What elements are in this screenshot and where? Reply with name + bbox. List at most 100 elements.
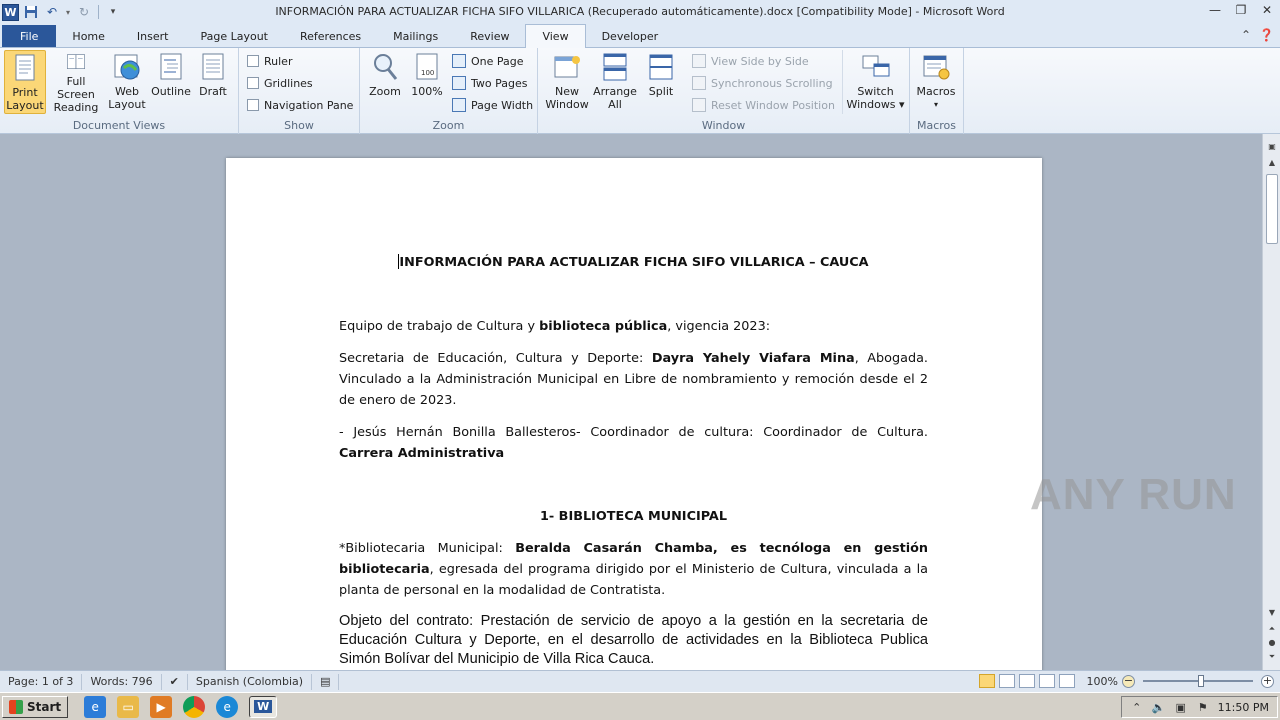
new-window-button[interactable]: New Window — [544, 50, 590, 114]
show-hidden-icons[interactable]: ⌃ — [1130, 700, 1144, 714]
arrange-all-button[interactable]: Arrange All — [592, 50, 638, 114]
zoom-100-button[interactable]: 100 100% — [406, 50, 448, 114]
switch-windows-button[interactable]: Switch Windows ▾ — [842, 50, 908, 114]
network-icon[interactable]: ▣ — [1174, 700, 1188, 714]
document-title: INFORMACIÓN PARA ACTUALIZAR FICHA SIFO V… — [339, 252, 928, 273]
full-screen-reading-button[interactable]: Full Screen Reading — [50, 50, 102, 114]
full-screen-view-icon[interactable] — [998, 674, 1015, 688]
close-button[interactable]: ✕ — [1254, 0, 1280, 20]
document-page[interactable]: INFORMACIÓN PARA ACTUALIZAR FICHA SIFO V… — [226, 158, 1042, 670]
one-page-button[interactable]: One Page — [452, 51, 524, 71]
customize-toolbar-icon[interactable]: ▾ — [104, 3, 122, 21]
undo-icon[interactable]: ↶ — [43, 3, 61, 21]
next-page-icon[interactable]: ⏷ — [1266, 652, 1278, 666]
ruler-toggle-icon[interactable]: ▣ — [1266, 142, 1278, 156]
macro-record-icon[interactable]: ▤ — [312, 673, 340, 690]
section-heading-biblioteca: 1- BIBLIOTECA MUNICIPAL — [540, 509, 727, 524]
tab-insert[interactable]: Insert — [121, 25, 185, 47]
maximize-button[interactable]: ❐ — [1228, 0, 1254, 20]
outline-label: Outline — [151, 85, 191, 98]
draft-view-icon[interactable] — [1058, 674, 1075, 688]
windows-flag-icon — [9, 699, 23, 714]
action-center-flag-icon[interactable]: ⚑ — [1196, 700, 1210, 714]
zoom-label: Zoom — [369, 85, 401, 98]
word-taskbar-button[interactable]: W — [249, 695, 278, 718]
volume-icon[interactable]: 🔈 — [1152, 700, 1166, 714]
zoom-slider-knob[interactable] — [1198, 675, 1204, 687]
page-width-label: Page Width — [471, 98, 534, 112]
save-icon[interactable] — [22, 3, 40, 21]
print-layout-view-icon[interactable] — [978, 674, 995, 688]
full-screen-label-2: Reading — [53, 101, 99, 114]
clock[interactable]: 11:50 PM — [1218, 701, 1269, 714]
scroll-thumb[interactable] — [1266, 174, 1278, 244]
group-macros: Macros ▾ Macros — [910, 48, 964, 134]
tab-home[interactable]: Home — [56, 25, 120, 47]
web-layout-button[interactable]: Web Layout — [106, 50, 148, 114]
previous-page-icon[interactable]: ⏶ — [1266, 624, 1278, 638]
switch-windows-label-2: Windows ▾ — [846, 98, 905, 111]
scroll-down-icon[interactable]: ▼ — [1266, 608, 1278, 622]
gridlines-check-box[interactable] — [247, 77, 259, 89]
zoom-button[interactable]: Zoom — [364, 50, 406, 114]
switch-windows-label-1: Switch — [857, 85, 894, 98]
page-width-button[interactable]: Page Width — [452, 95, 533, 115]
tab-page-layout[interactable]: Page Layout — [184, 25, 284, 47]
tab-references[interactable]: References — [284, 25, 377, 47]
word-taskbar-icon: W — [254, 700, 273, 713]
ruler-check-box[interactable] — [247, 55, 259, 67]
reset-window-position-button[interactable]: Reset Window Position — [692, 95, 835, 115]
scroll-up-icon[interactable]: ▲ — [1266, 158, 1278, 172]
redo-icon[interactable]: ↻ — [75, 3, 93, 21]
draft-button[interactable]: Draft — [192, 50, 234, 114]
zoom-out-icon[interactable]: − — [1122, 674, 1135, 688]
outline-view-icon[interactable] — [1038, 674, 1055, 688]
edge-icon[interactable]: e — [216, 695, 239, 718]
browse-object-icon[interactable]: ● — [1266, 638, 1278, 652]
media-player-icon[interactable]: ▶ — [150, 695, 173, 718]
view-and-zoom-controls: 100% − + — [978, 674, 1274, 688]
help-icon[interactable]: ❓ — [1259, 28, 1274, 42]
print-layout-label-2: Layout — [6, 99, 44, 112]
undo-dropdown-icon[interactable]: ▾ — [64, 3, 72, 21]
split-button[interactable]: Split — [640, 50, 682, 114]
navigation-pane-checkbox[interactable]: Navigation Pane — [247, 95, 353, 115]
word-app-icon[interactable]: W — [2, 3, 19, 21]
start-button[interactable]: Start — [2, 695, 69, 718]
vertical-scrollbar[interactable]: ▣ ▲ ▼ ⏶ ● ⏷ — [1262, 134, 1280, 670]
ruler-checkbox[interactable]: Ruler — [247, 51, 292, 71]
chrome-icon[interactable] — [183, 695, 206, 718]
proofing-icon[interactable]: ✔ — [162, 673, 188, 690]
tab-view[interactable]: View — [525, 24, 586, 48]
view-side-by-side-button[interactable]: View Side by Side — [692, 51, 809, 71]
word-count[interactable]: Words: 796 — [82, 673, 162, 690]
outline-button[interactable]: Outline — [150, 50, 192, 114]
group-zoom: Zoom 100 100% One Page Two Pages Page Wi… — [360, 48, 538, 134]
web-layout-view-icon[interactable] — [1018, 674, 1035, 688]
synchronous-scrolling-label: Synchronous Scrolling — [711, 76, 833, 90]
macros-dropdown-icon[interactable]: ▾ — [934, 98, 938, 111]
minimize-ribbon-icon[interactable]: ⌃ — [1241, 28, 1251, 42]
new-window-icon — [554, 56, 580, 78]
tab-developer[interactable]: Developer — [586, 25, 675, 47]
internet-explorer-icon[interactable]: e — [84, 695, 107, 718]
p4-text-a: *Bibliotecaria Municipal: — [339, 541, 516, 556]
two-pages-button[interactable]: Two Pages — [452, 73, 527, 93]
zoom-slider[interactable] — [1143, 675, 1253, 687]
document-area[interactable]: INFORMACIÓN PARA ACTUALIZAR FICHA SIFO V… — [0, 134, 1262, 670]
page-count[interactable]: Page: 1 of 3 — [0, 673, 83, 690]
zoom-in-icon[interactable]: + — [1261, 674, 1274, 688]
tab-mailings[interactable]: Mailings — [377, 25, 454, 47]
zoom-level[interactable]: 100% — [1087, 675, 1118, 688]
file-explorer-icon[interactable]: ▭ — [117, 695, 140, 718]
tab-review[interactable]: Review — [454, 25, 525, 47]
paragraph-coordinator: - Jesús Hernán Bonilla Ballesteros- Coor… — [339, 422, 928, 464]
tab-file[interactable]: File — [2, 25, 57, 47]
gridlines-checkbox[interactable]: Gridlines — [247, 73, 313, 93]
synchronous-scrolling-button[interactable]: Synchronous Scrolling — [692, 73, 833, 93]
print-layout-button[interactable]: Print Layout — [4, 50, 46, 114]
macros-button[interactable]: Macros ▾ — [915, 50, 957, 114]
language-indicator[interactable]: Spanish (Colombia) — [188, 673, 313, 690]
minimize-button[interactable]: — — [1202, 0, 1228, 20]
navigation-pane-check-box[interactable] — [247, 99, 259, 111]
